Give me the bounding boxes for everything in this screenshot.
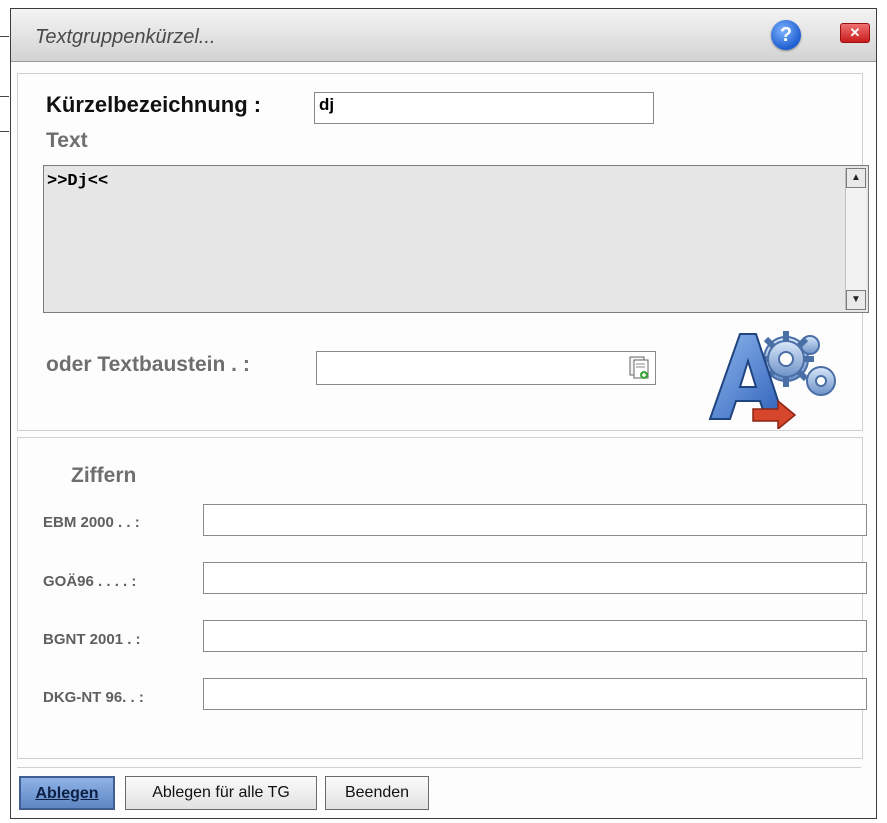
ebm-label: EBM 2000 . . : — [43, 514, 140, 531]
goae-input[interactable] — [203, 562, 867, 594]
ziffern-label: Ziffern — [71, 464, 137, 487]
document-picker-icon[interactable] — [627, 355, 651, 381]
dkg-label: DKG-NT 96. . : — [43, 689, 144, 706]
ebm-input[interactable] — [203, 504, 867, 536]
app-logo-gears-icon — [708, 331, 836, 429]
text-area-content: >>Dj<< — [47, 172, 109, 191]
textbaustein-label: oder Textbaustein . : — [46, 353, 250, 376]
close-icon[interactable]: ✕ — [840, 23, 870, 43]
kuerzel-label: Kürzelbezeichnung : — [46, 92, 262, 117]
bgnt-label: BGNT 2001 . : — [43, 631, 141, 648]
vertical-scrollbar[interactable]: ▲ ▼ — [845, 168, 866, 310]
text-area[interactable]: >>Dj<< ▲ ▼ — [43, 165, 869, 313]
bgnt-input[interactable] — [203, 620, 867, 652]
text-label: Text — [46, 129, 88, 152]
text-group-panel: Kürzelbezeichnung : dj Text >>Dj<< ▲ ▼ o… — [17, 73, 869, 431]
kuerzel-input[interactable]: dj — [314, 92, 654, 124]
scroll-down-icon[interactable]: ▼ — [846, 290, 866, 310]
help-icon[interactable]: ? — [771, 20, 801, 50]
goae-label: GOÄ96 . . . . : — [43, 573, 137, 590]
edge-mark — [0, 96, 9, 97]
dialog-window: Textgruppenkürzel... ? ✕ Kürzelbezeichnu… — [10, 8, 877, 819]
ablegen-alle-button[interactable]: Ablegen für alle TG — [125, 776, 317, 810]
edge-mark — [0, 36, 9, 37]
dkg-input[interactable] — [203, 678, 867, 710]
ziffern-panel: Ziffern EBM 2000 . . : GOÄ96 . . . . : B… — [17, 437, 867, 759]
button-bar: Ablegen Ablegen für alle TG Beenden — [17, 767, 861, 816]
window-title: Textgruppenkürzel... — [35, 26, 216, 48]
textbaustein-input[interactable] — [316, 351, 656, 385]
beenden-button[interactable]: Beenden — [325, 776, 429, 810]
ablegen-button[interactable]: Ablegen — [19, 776, 115, 810]
edge-mark — [0, 131, 9, 132]
title-bar: Textgruppenkürzel... ? ✕ — [11, 9, 876, 62]
scroll-up-icon[interactable]: ▲ — [846, 168, 866, 188]
